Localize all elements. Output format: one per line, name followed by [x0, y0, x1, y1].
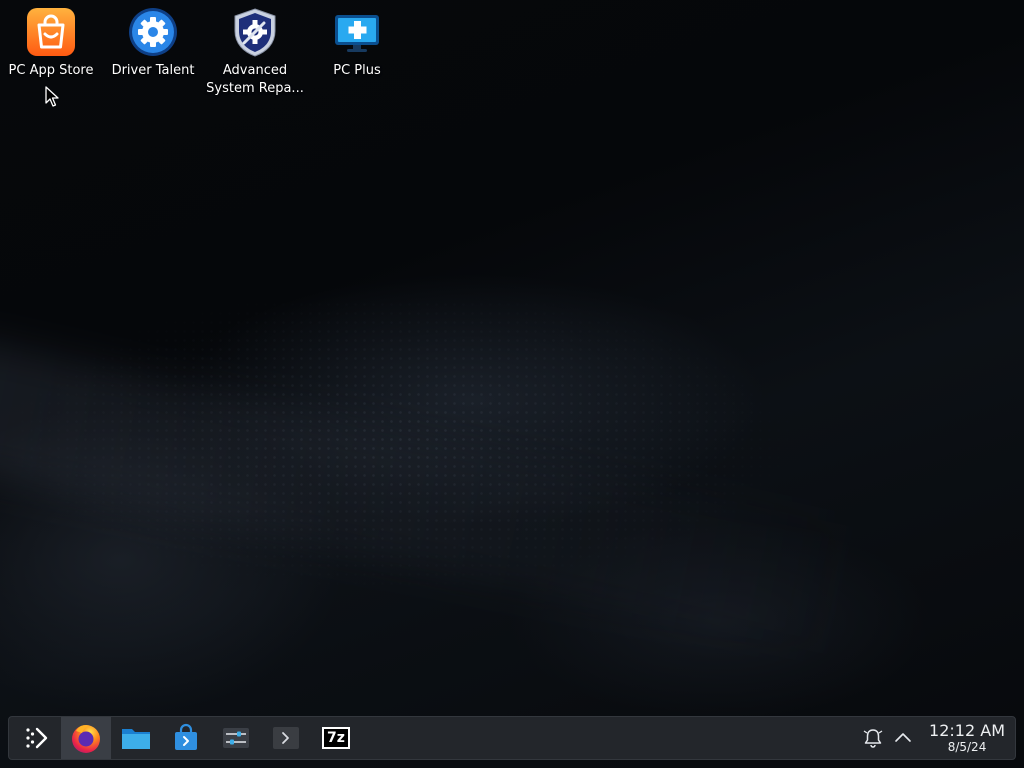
taskbar-discover-button[interactable] — [161, 717, 211, 759]
desktop-icon-advanced-system-repair[interactable]: Advanced System Repa... — [205, 6, 305, 98]
application-launcher-button[interactable] — [11, 717, 61, 759]
clock-time: 12:12 AM — [929, 721, 1005, 740]
mouse-cursor-icon — [45, 86, 59, 107]
7z-icon: 7z — [322, 727, 350, 749]
bell-icon — [863, 729, 883, 748]
taskbar-apps: 7z — [9, 717, 361, 759]
shopping-bag-icon — [25, 6, 77, 58]
desktop: PC App Store Driver Talent Advanced Syst… — [0, 0, 1024, 768]
taskbar-7zip-button[interactable]: 7z — [311, 717, 361, 759]
shield-gear-icon — [229, 6, 281, 58]
taskbar: 7z 12:12 AM 8/5/24 — [8, 716, 1016, 760]
launcher-icon — [26, 727, 48, 749]
chevron-up-icon — [895, 733, 911, 742]
terminal-icon — [273, 727, 299, 749]
firefox-icon — [72, 725, 100, 753]
show-hidden-icons-button[interactable] — [889, 724, 917, 752]
store-bag-icon — [175, 723, 197, 750]
desktop-icon-pc-app-store[interactable]: PC App Store — [1, 6, 101, 80]
desktop-icon-pc-plus[interactable]: PC Plus — [307, 6, 407, 80]
taskbar-file-manager-button[interactable] — [111, 717, 161, 759]
digital-clock[interactable]: 12:12 AM 8/5/24 — [929, 721, 1005, 755]
desktop-icon-label: PC Plus — [333, 63, 381, 78]
desktop-icon-label: Driver Talent — [111, 63, 195, 78]
taskbar-system-settings-button[interactable] — [211, 717, 261, 759]
desktop-icon-label: PC App Store — [8, 63, 94, 78]
system-tray: 12:12 AM 8/5/24 — [859, 722, 1015, 754]
taskbar-firefox-button[interactable] — [61, 717, 111, 759]
sliders-icon — [223, 728, 249, 748]
monitor-plus-icon — [331, 6, 383, 58]
clock-date: 8/5/24 — [947, 740, 987, 754]
notifications-button[interactable] — [859, 724, 887, 752]
wallpaper-dots — [0, 300, 1024, 720]
taskbar-terminal-button[interactable] — [261, 717, 311, 759]
desktop-icon-label: Advanced System Repa... — [206, 63, 304, 96]
folder-icon — [122, 729, 150, 749]
gear-icon — [127, 6, 179, 58]
7z-icon-text: 7z — [327, 730, 345, 746]
desktop-icon-driver-talent[interactable]: Driver Talent — [103, 6, 203, 80]
